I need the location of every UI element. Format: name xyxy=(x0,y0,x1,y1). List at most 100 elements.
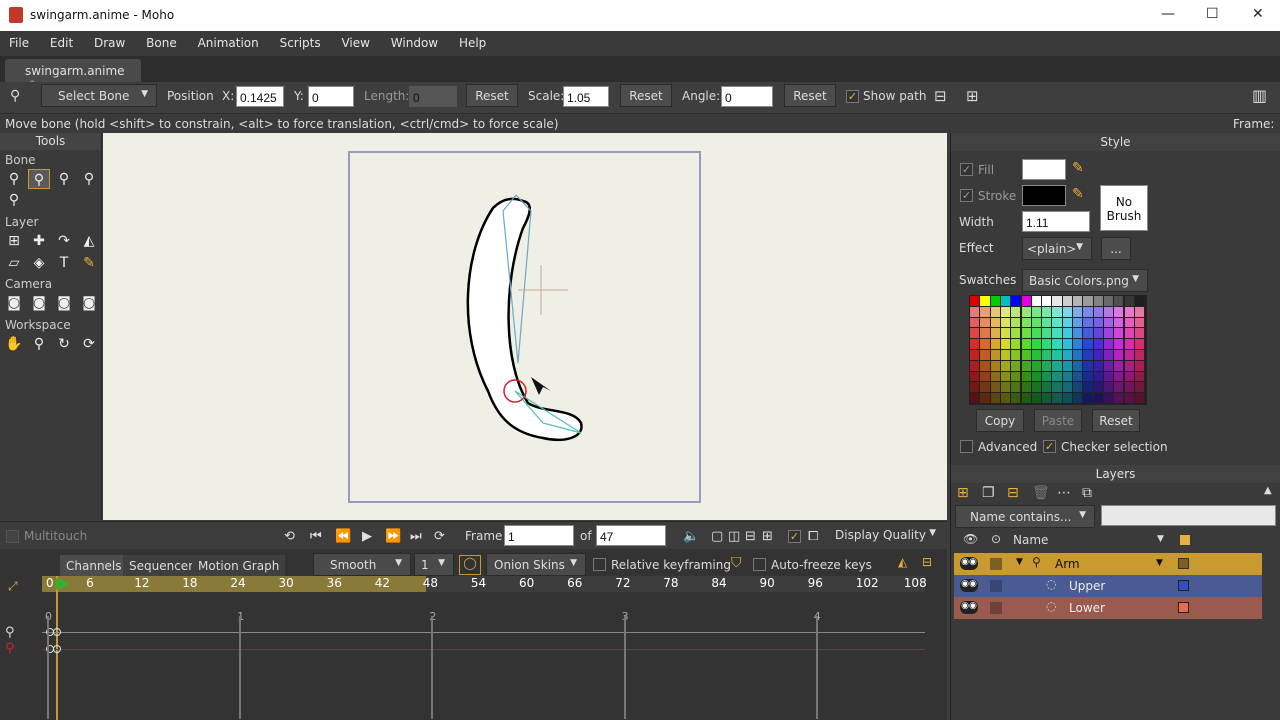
loop-icon[interactable]: ⟲ xyxy=(284,529,295,544)
ruler-toggle-icon[interactable]: ⊟ xyxy=(922,555,932,569)
swatch-cell[interactable] xyxy=(1073,393,1083,403)
swatch-cell[interactable] xyxy=(990,350,1000,360)
swatch-cell[interactable] xyxy=(1093,296,1103,306)
swatch-cell[interactable] xyxy=(1062,339,1072,349)
swatch-cell[interactable] xyxy=(970,393,980,403)
bone-strength-tool-icon[interactable]: ⚲ xyxy=(3,190,25,210)
rotate-workspace-icon[interactable]: ↻ xyxy=(53,334,75,354)
swatch-cell[interactable] xyxy=(1011,393,1021,403)
swatch-palette[interactable] xyxy=(969,295,1147,405)
swatch-cell[interactable] xyxy=(1124,393,1134,403)
swatch-cell[interactable] xyxy=(970,317,980,328)
swatch-cell[interactable] xyxy=(1073,360,1083,371)
playhead-icon[interactable] xyxy=(56,578,70,590)
position-reset-button[interactable]: Reset xyxy=(466,84,518,107)
chevron-down-icon[interactable]: ▼ xyxy=(1156,558,1163,568)
swatch-cell[interactable] xyxy=(1031,382,1042,393)
swatch-cell[interactable] xyxy=(1083,371,1093,382)
swatch-cell[interactable] xyxy=(980,339,990,349)
eye-icon[interactable]: ◉◉ xyxy=(960,579,978,592)
swatch-cell[interactable] xyxy=(1073,371,1083,382)
menu-scripts[interactable]: Scripts xyxy=(271,31,329,50)
swatch-cell[interactable] xyxy=(980,328,990,339)
swatch-cell[interactable] xyxy=(990,339,1000,349)
swatch-cell[interactable] xyxy=(1052,296,1062,306)
duplicate-layer-icon[interactable]: ❐ xyxy=(982,485,995,501)
swatch-cell[interactable] xyxy=(1031,306,1042,317)
length-input[interactable] xyxy=(409,86,457,107)
effect-dropdown[interactable]: <plain> ▼ xyxy=(1022,237,1092,260)
stroke-eyedropper-icon[interactable]: ✎ xyxy=(1072,186,1084,202)
reset-style-button[interactable]: Reset xyxy=(1092,409,1140,432)
swatch-cell[interactable] xyxy=(1021,306,1031,317)
bone-flip-h-icon[interactable]: ⊟ xyxy=(934,87,947,105)
maximize-button[interactable]: ☐ xyxy=(1206,6,1219,22)
keyframe[interactable] xyxy=(53,628,61,636)
swatch-cell[interactable] xyxy=(1021,339,1031,349)
swatch-cell[interactable] xyxy=(980,317,990,328)
scale-layer-tool-icon[interactable]: ◭ xyxy=(78,231,100,251)
quality-checkbox[interactable]: ✓ xyxy=(788,530,801,543)
shear-layer-tool-icon[interactable]: ▱ xyxy=(3,253,25,273)
swatch-cell[interactable] xyxy=(970,328,980,339)
auto-freeze-checkbox[interactable] xyxy=(753,558,766,571)
swatch-cell[interactable] xyxy=(1134,393,1145,403)
swatch-cell[interactable] xyxy=(1011,360,1021,371)
swatch-cell[interactable] xyxy=(980,350,990,360)
swatch-cell[interactable] xyxy=(1052,339,1062,349)
total-frames-input[interactable] xyxy=(596,525,666,546)
swatch-cell[interactable] xyxy=(1062,382,1072,393)
swatch-cell[interactable] xyxy=(1073,339,1083,349)
more-icon[interactable]: ⋯ xyxy=(1057,485,1071,501)
swatch-cell[interactable] xyxy=(1073,296,1083,306)
swatch-cell[interactable] xyxy=(1114,296,1124,306)
close-button[interactable]: ✕ xyxy=(1252,6,1264,22)
interval-dropdown[interactable]: 1 ▼ xyxy=(414,553,454,576)
flip-layer-tool-icon[interactable]: ◈ xyxy=(28,253,50,273)
swatch-cell[interactable] xyxy=(1103,306,1114,317)
swatch-cell[interactable] xyxy=(1124,350,1134,360)
single-view-icon[interactable]: ▢ xyxy=(711,529,723,544)
orbit-workspace-icon[interactable]: ⟳ xyxy=(78,334,100,354)
swatch-cell[interactable] xyxy=(1021,360,1031,371)
minimize-button[interactable]: — xyxy=(1161,6,1175,22)
swatch-cell[interactable] xyxy=(1093,382,1103,393)
swatch-cell[interactable] xyxy=(1052,317,1062,328)
swatch-cell[interactable] xyxy=(1083,306,1093,317)
swatch-cell[interactable] xyxy=(1052,393,1062,403)
onion-skins-dropdown[interactable]: Onion Skins ▼ xyxy=(486,553,586,576)
advanced-checkbox[interactable] xyxy=(960,440,973,453)
swatch-cell[interactable] xyxy=(1031,371,1042,382)
swatch-cell[interactable] xyxy=(1114,317,1124,328)
menu-view[interactable]: View xyxy=(332,31,377,50)
swatch-cell[interactable] xyxy=(970,360,980,371)
text-tool-icon[interactable]: T xyxy=(53,253,75,273)
swatch-cell[interactable] xyxy=(1073,382,1083,393)
swatch-cell[interactable] xyxy=(1103,360,1114,371)
swatch-cell[interactable] xyxy=(1011,382,1021,393)
swatch-cell[interactable] xyxy=(990,317,1000,328)
swatch-cell[interactable] xyxy=(1134,350,1145,360)
tab-sequencer[interactable]: Sequencer xyxy=(123,555,200,577)
swatch-cell[interactable] xyxy=(1031,350,1042,360)
swatch-cell[interactable] xyxy=(980,360,990,371)
lock-checkbox[interactable] xyxy=(990,558,1002,570)
split-view-icon[interactable]: ◫ xyxy=(728,529,740,544)
swatch-cell[interactable] xyxy=(1062,350,1072,360)
swatch-cell[interactable] xyxy=(1062,371,1072,382)
swatch-cell[interactable] xyxy=(1124,382,1134,393)
swatch-cell[interactable] xyxy=(1083,317,1093,328)
scale-input[interactable] xyxy=(563,86,609,107)
bounce-icon[interactable]: ⟳ xyxy=(434,529,445,544)
swatch-cell[interactable] xyxy=(1114,382,1124,393)
swatch-cell[interactable] xyxy=(1021,371,1031,382)
rotate-layer-tool-icon[interactable]: ↷ xyxy=(53,231,75,251)
brush-button[interactable]: No Brush xyxy=(1100,185,1148,231)
swatch-cell[interactable] xyxy=(970,339,980,349)
swatch-cell[interactable] xyxy=(970,382,980,393)
pencil-tool-icon[interactable]: ✎ xyxy=(78,253,100,273)
swatch-cell[interactable] xyxy=(1134,339,1145,349)
next-frame-icon[interactable]: ⏩ xyxy=(385,529,401,544)
last-frame-icon[interactable]: ⏭ xyxy=(410,529,422,544)
swatch-cell[interactable] xyxy=(990,360,1000,371)
